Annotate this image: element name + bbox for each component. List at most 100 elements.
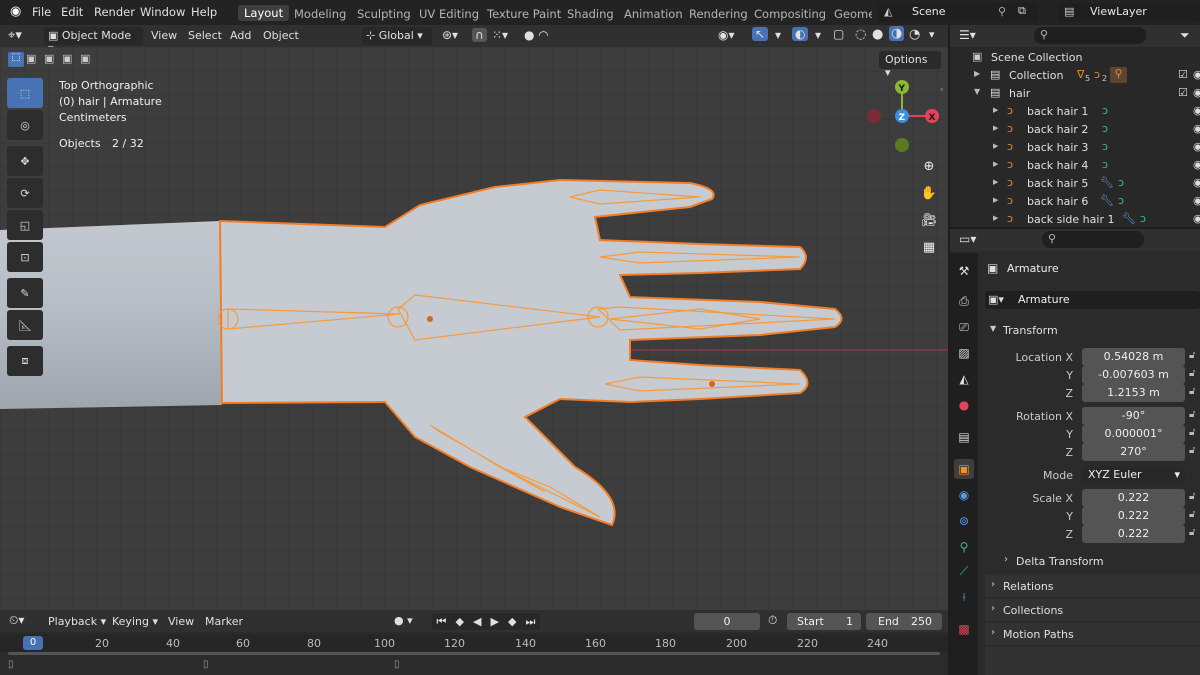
stopwatch-icon[interactable]: ⏱ bbox=[768, 613, 777, 628]
outliner-item[interactable]: ▶ ↄ back hair 6 🔧︎ ↄ ◉ bbox=[950, 194, 1200, 212]
lock-icon[interactable]: 🔓︎ bbox=[1189, 445, 1195, 456]
location-y-field[interactable]: -0.007603 m bbox=[1082, 366, 1185, 384]
add-cube-tool-icon[interactable]: ⧈ bbox=[7, 346, 43, 376]
outliner-item[interactable]: ▶ ↄ back hair 3 ↄ ◉ bbox=[950, 140, 1200, 158]
solid-shading-icon[interactable]: ● bbox=[872, 27, 883, 42]
location-x-field[interactable]: 0.54028 m bbox=[1082, 348, 1185, 366]
tab-geometry-nodes[interactable]: Geomet bbox=[834, 7, 872, 21]
options-dropdown[interactable]: Options ▾ bbox=[879, 51, 941, 79]
menu-help[interactable]: Help bbox=[191, 5, 217, 19]
timeline-editor-icon[interactable]: ⏲▾ bbox=[9, 613, 24, 628]
visibility-icon[interactable]: ◉▾ bbox=[718, 28, 735, 42]
outliner-item[interactable]: ▶ ↄ back side hair 1 🔧︎ ↄ ◉ bbox=[950, 212, 1200, 227]
bone-constraint-tab-icon[interactable]: ⟊ bbox=[954, 587, 974, 607]
play-reverse-icon[interactable]: ◀ bbox=[473, 615, 481, 628]
lock-icon[interactable]: 🔓︎ bbox=[1189, 509, 1195, 520]
tab-rendering[interactable]: Rendering bbox=[689, 7, 748, 21]
tab-shading[interactable]: Shading bbox=[567, 7, 614, 21]
keying-menu[interactable]: Keying ▾ bbox=[112, 615, 158, 628]
gizmo-dropdown-icon[interactable]: ▾ bbox=[775, 28, 781, 42]
expand-arrow-icon[interactable]: ▶ bbox=[993, 214, 998, 222]
pivot-icon[interactable]: ⊛▾ bbox=[442, 28, 458, 42]
next-keyframe-icon[interactable]: ◆ bbox=[508, 615, 516, 628]
outliner-search-input[interactable]: ⚲ bbox=[1034, 27, 1146, 44]
view-layer-tab-icon[interactable]: ▨ bbox=[954, 343, 974, 363]
motion-paths-panel[interactable]: › Motion Paths bbox=[985, 623, 1200, 645]
output-tab-icon[interactable]: ⎚ bbox=[954, 317, 974, 337]
annotate-tool-icon[interactable]: ✎ bbox=[7, 278, 43, 308]
xray-icon[interactable]: ▢ bbox=[833, 27, 844, 41]
cursor-tool-icon[interactable]: ◎ bbox=[7, 110, 43, 140]
bone-tab-icon[interactable]: ⟋ bbox=[954, 561, 974, 581]
snap-icon[interactable]: ∩ bbox=[472, 28, 487, 42]
scene-collection-row[interactable]: ▣ Scene Collection bbox=[950, 50, 1200, 68]
constraints-tab-icon[interactable]: ⊚ bbox=[954, 511, 974, 531]
camera-icon[interactable]: 🎥︎ bbox=[917, 208, 941, 232]
proportional-edit-icon[interactable]: ● ◠ bbox=[524, 28, 549, 42]
physics-tab-icon[interactable]: ◉ bbox=[954, 485, 974, 505]
orientation-dropdown[interactable]: ⊹ Global ▾ bbox=[362, 27, 432, 45]
scale-y-field[interactable]: 0.222 bbox=[1082, 507, 1185, 525]
expand-arrow-icon[interactable]: ▶ bbox=[993, 106, 998, 114]
expand-arrow-icon[interactable]: ▶ bbox=[993, 142, 998, 150]
transform-panel-header[interactable]: ▼ Transform bbox=[985, 319, 1200, 341]
new-scene-icon[interactable]: ⧉ bbox=[1018, 4, 1026, 18]
collection-row[interactable]: ▶ ▤ Collection ∇ 5 ↄ 2 ⚲ ☑ ◉ bbox=[950, 67, 1200, 86]
visibility-panel[interactable] bbox=[985, 647, 1200, 675]
tab-texture-paint[interactable]: Texture Paint bbox=[487, 7, 561, 21]
texture-tab-icon[interactable]: ▩ bbox=[954, 619, 974, 639]
record-icon[interactable]: ● ▾ bbox=[394, 614, 413, 627]
select-box-tool-icon[interactable]: ⬚ bbox=[7, 78, 43, 108]
lock-icon[interactable]: 🔓︎ bbox=[1189, 409, 1195, 420]
rotation-mode-dropdown[interactable]: XYZ Euler ▾ bbox=[1082, 466, 1185, 484]
jump-end-icon[interactable]: ⏭ bbox=[526, 615, 536, 629]
transform-tool-icon[interactable]: ⊡ bbox=[7, 242, 43, 272]
visibility-eye-icon[interactable]: ◉ bbox=[1193, 212, 1200, 225]
visibility-eye-icon[interactable]: ◉ bbox=[1193, 158, 1200, 171]
jump-start-icon[interactable]: ⏮ bbox=[437, 615, 447, 629]
pin-icon[interactable]: ⚲ bbox=[998, 5, 1006, 18]
pan-hand-icon[interactable]: ✋ bbox=[917, 181, 941, 205]
render-tab-icon[interactable]: ⎙ bbox=[954, 291, 974, 311]
frame-ruler[interactable]: 0 20 40 60 80 100 120 140 160 180 200 22… bbox=[0, 634, 948, 652]
blender-logo-icon[interactable]: ◉ bbox=[10, 4, 21, 19]
select-intersect-icon[interactable]: ▣ bbox=[80, 52, 90, 65]
playback-menu[interactable]: Playback ▾ bbox=[48, 615, 106, 628]
object-tab-icon[interactable]: ▣ bbox=[954, 459, 974, 479]
playhead[interactable]: 0 bbox=[23, 636, 43, 650]
outliner-item[interactable]: ▶ ↄ back hair 2 ↄ ◉ bbox=[950, 122, 1200, 140]
lock-icon[interactable]: 🔓︎ bbox=[1189, 491, 1195, 502]
move-tool-icon[interactable]: ✥ bbox=[7, 146, 43, 176]
material-shading-icon[interactable]: ◑ bbox=[889, 26, 905, 41]
visibility-eye-icon[interactable]: ◉ bbox=[1193, 194, 1200, 207]
tab-uv-editing[interactable]: UV Editing bbox=[419, 7, 479, 21]
properties-search-input[interactable]: ⚲ bbox=[1042, 231, 1144, 248]
select-new-icon[interactable]: ⬚ bbox=[8, 52, 24, 67]
navigation-gizmo[interactable]: Y X Z bbox=[864, 77, 944, 157]
viewlayer-selector[interactable]: ▤ ViewLayer bbox=[1058, 3, 1200, 22]
outliner-item[interactable]: ▶ ↄ back hair 5 🔧︎ ↄ ◉ bbox=[950, 176, 1200, 194]
lock-icon[interactable]: 🔓︎ bbox=[1189, 386, 1195, 397]
end-frame-field[interactable]: End 250 bbox=[866, 613, 942, 630]
snap-target-icon[interactable]: ⁙▾ bbox=[492, 28, 508, 42]
lock-icon[interactable]: 🔓︎ bbox=[1189, 527, 1195, 538]
overlay-toggle-icon[interactable]: ◐ bbox=[792, 27, 809, 41]
editor-type-icon[interactable]: ⌖▾ bbox=[8, 28, 22, 43]
current-frame-field[interactable]: 0 bbox=[694, 613, 760, 630]
menu-add[interactable]: Add bbox=[230, 29, 251, 42]
rotation-z-field[interactable]: 270° bbox=[1082, 443, 1185, 461]
wireframe-shading-icon[interactable]: ◌ bbox=[855, 27, 866, 42]
menu-render[interactable]: Render bbox=[94, 5, 135, 19]
outliner-item[interactable]: ▶ ↄ back hair 1 ↄ ◉ bbox=[950, 104, 1200, 122]
tab-animation[interactable]: Animation bbox=[624, 7, 683, 21]
expand-arrow-icon[interactable]: ▶ bbox=[993, 196, 998, 204]
relations-panel[interactable]: › Relations bbox=[985, 575, 1200, 597]
marker-menu[interactable]: Marker bbox=[205, 615, 243, 628]
shading-dropdown-icon[interactable]: ▾ bbox=[929, 28, 935, 41]
zoom-icon[interactable]: ⊕ bbox=[917, 154, 941, 178]
select-invert-icon[interactable]: ▣ bbox=[62, 52, 72, 65]
expand-arrow-icon[interactable]: ▶ bbox=[993, 160, 998, 168]
lock-icon[interactable]: 🔓︎ bbox=[1189, 368, 1195, 379]
menu-object[interactable]: Object bbox=[263, 29, 299, 42]
world-tab-icon[interactable]: ● bbox=[954, 395, 974, 415]
